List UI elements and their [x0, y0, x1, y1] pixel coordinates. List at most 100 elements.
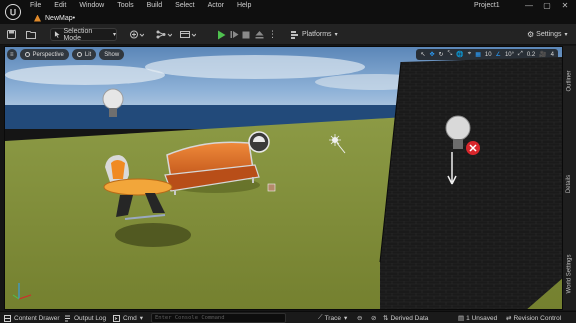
camera-speed-icon[interactable]: 🎥	[539, 51, 546, 58]
gear-icon: ⚙	[527, 30, 535, 39]
unsaved-label: 1 Unsaved	[466, 314, 498, 322]
scale-snap-value[interactable]: 0.2	[527, 52, 535, 58]
menu-help[interactable]: Help	[237, 0, 251, 11]
selection-mode-label: Selection Mode	[63, 27, 93, 42]
console-input[interactable]: Enter Console Command	[151, 313, 286, 323]
unsaved-icon: ▤	[458, 315, 465, 322]
viewport-scene	[5, 47, 562, 309]
cmd-label: Cmd	[123, 314, 137, 322]
project-name: Project1	[474, 2, 500, 9]
unreal-logo-icon[interactable]	[5, 4, 21, 20]
world-space-icon[interactable]: 🌐	[456, 51, 463, 58]
eject-icon[interactable]	[255, 28, 264, 41]
save-icon[interactable]	[7, 28, 16, 41]
content-browser-icon[interactable]	[26, 28, 36, 41]
output-log-button[interactable]: Output Log	[64, 312, 106, 323]
trace-label: Trace	[324, 314, 341, 322]
side-tab-strip: Outliner Details World Settings	[563, 46, 576, 310]
menu-file[interactable]: File	[30, 0, 41, 11]
rotate-tool-icon[interactable]: ↻	[438, 51, 443, 58]
add-content-icon[interactable]	[130, 28, 144, 41]
tab-outliner[interactable]: Outliner	[563, 56, 576, 106]
camera-icon	[24, 52, 30, 57]
level-icon	[34, 14, 41, 22]
sb-icon-b[interactable]: ⊘	[371, 312, 376, 323]
chevron-down-icon: ▾	[334, 32, 338, 38]
platforms-dropdown[interactable]: Platforms ▾	[290, 28, 338, 41]
play-button[interactable]	[217, 28, 226, 41]
revision-control-button[interactable]: ⇄ Revision Control	[506, 312, 561, 323]
stop-icon[interactable]	[242, 28, 250, 41]
cinematics-icon[interactable]	[180, 28, 196, 41]
step-forward-icon[interactable]	[230, 28, 239, 41]
lit-icon	[76, 52, 82, 57]
title-bar: File Edit Window Tools Build Select Acto…	[0, 0, 576, 24]
viewport-toolbar-right: ↖ ✥ ↻ ⤡ 🌐 ⌖ ▦ 10 ∠ 10° ⤢ 0.2 🎥 4	[416, 49, 558, 60]
chevron-down-icon: ▾	[343, 315, 348, 322]
perspective-label: Perspective	[32, 51, 64, 58]
play-options-icon[interactable]: ⋮	[268, 28, 277, 41]
cmd-icon	[113, 314, 120, 322]
revision-control-icon: ⇄	[506, 315, 512, 322]
close-window-button[interactable]: ✕	[556, 0, 574, 11]
perspective-button[interactable]: Perspective	[19, 49, 69, 60]
trace-icon: ⟋	[318, 314, 323, 321]
menu-build[interactable]: Build	[147, 0, 163, 11]
chevron-down-icon: ▾	[112, 32, 116, 38]
scale-snap-icon[interactable]: ⤢	[518, 51, 523, 58]
level-viewport[interactable]: ≡ Perspective Lit Show ↖ ✥ ↻ ⤡ 🌐 ⌖ ▦ 10 …	[4, 46, 563, 310]
tab-world-settings[interactable]: World Settings	[563, 244, 576, 304]
chevron-down-icon: ▾	[139, 315, 143, 322]
level-tab[interactable]: NewMap•	[30, 12, 75, 24]
main-toolbar: Selection Mode ▾ ⋮ Platforms ▾ ⚙ Setting…	[0, 24, 576, 45]
sb-icon-a[interactable]: ⊖	[357, 312, 362, 323]
unsaved-button[interactable]: ▤ 1 Unsaved	[458, 312, 497, 323]
tab-outliner-label: Outliner	[566, 70, 573, 92]
menu-actor[interactable]: Actor	[208, 0, 224, 11]
tab-world-settings-label: World Settings	[566, 254, 573, 294]
status-bar: Content Drawer Output Log Cmd ▾ Enter Co…	[0, 311, 576, 323]
viewport-menu-button[interactable]: ≡	[7, 49, 17, 60]
menu-tools[interactable]: Tools	[117, 0, 133, 11]
scale-tool-icon[interactable]: ⤡	[448, 51, 453, 58]
lit-label: Lit	[84, 51, 92, 58]
output-log-label: Output Log	[74, 314, 107, 322]
derived-data-label: Derived Data	[390, 314, 429, 322]
show-label: Show	[104, 51, 120, 58]
grid-snap-icon[interactable]: ▦	[475, 51, 481, 58]
settings-label: Settings	[536, 31, 562, 38]
translate-tool-icon[interactable]: ✥	[429, 51, 434, 58]
select-tool-icon[interactable]: ↖	[420, 51, 425, 58]
cursor-icon	[54, 31, 60, 38]
tab-details[interactable]: Details	[563, 164, 576, 204]
viewport-toolbar-left: ≡ Perspective Lit Show	[7, 49, 127, 60]
tab-details-label: Details	[566, 174, 573, 194]
error-icon	[466, 141, 480, 155]
derived-data-icon: ⇅	[383, 315, 389, 322]
sky-light-icon[interactable]	[248, 131, 270, 153]
blueprint-icon[interactable]	[156, 28, 172, 41]
content-drawer-icon	[4, 314, 11, 322]
main-menu: File Edit Window Tools Build Select Acto…	[30, 0, 264, 11]
grid-snap-value[interactable]: 10	[485, 52, 492, 58]
selection-mode-dropdown[interactable]: Selection Mode ▾	[50, 27, 117, 42]
derived-data-button[interactable]: ⇅ Derived Data	[383, 312, 428, 323]
cmd-dropdown[interactable]: Cmd ▾	[113, 312, 143, 323]
menu-window[interactable]: Window	[79, 0, 104, 11]
settings-dropdown[interactable]: ⚙ Settings ▾	[527, 28, 567, 41]
lit-button[interactable]: Lit	[71, 49, 97, 60]
platforms-icon	[291, 31, 298, 39]
rotation-snap-value[interactable]: 10°	[505, 52, 514, 58]
trace-button[interactable]: ⟋ Trace ▾	[318, 312, 347, 323]
maximize-button[interactable]: ▢	[538, 0, 556, 11]
surface-snap-icon[interactable]: ⌖	[468, 51, 471, 58]
menu-select[interactable]: Select	[175, 0, 194, 11]
menu-edit[interactable]: Edit	[54, 0, 66, 11]
show-button[interactable]: Show	[99, 49, 125, 60]
platforms-label: Platforms	[302, 31, 332, 38]
rotation-snap-icon[interactable]: ∠	[496, 51, 501, 58]
camera-speed-value[interactable]: 4	[551, 52, 554, 58]
minimize-button[interactable]: —	[520, 0, 538, 11]
content-drawer-button[interactable]: Content Drawer	[4, 312, 60, 323]
window-controls: — ▢ ✕	[520, 0, 574, 11]
